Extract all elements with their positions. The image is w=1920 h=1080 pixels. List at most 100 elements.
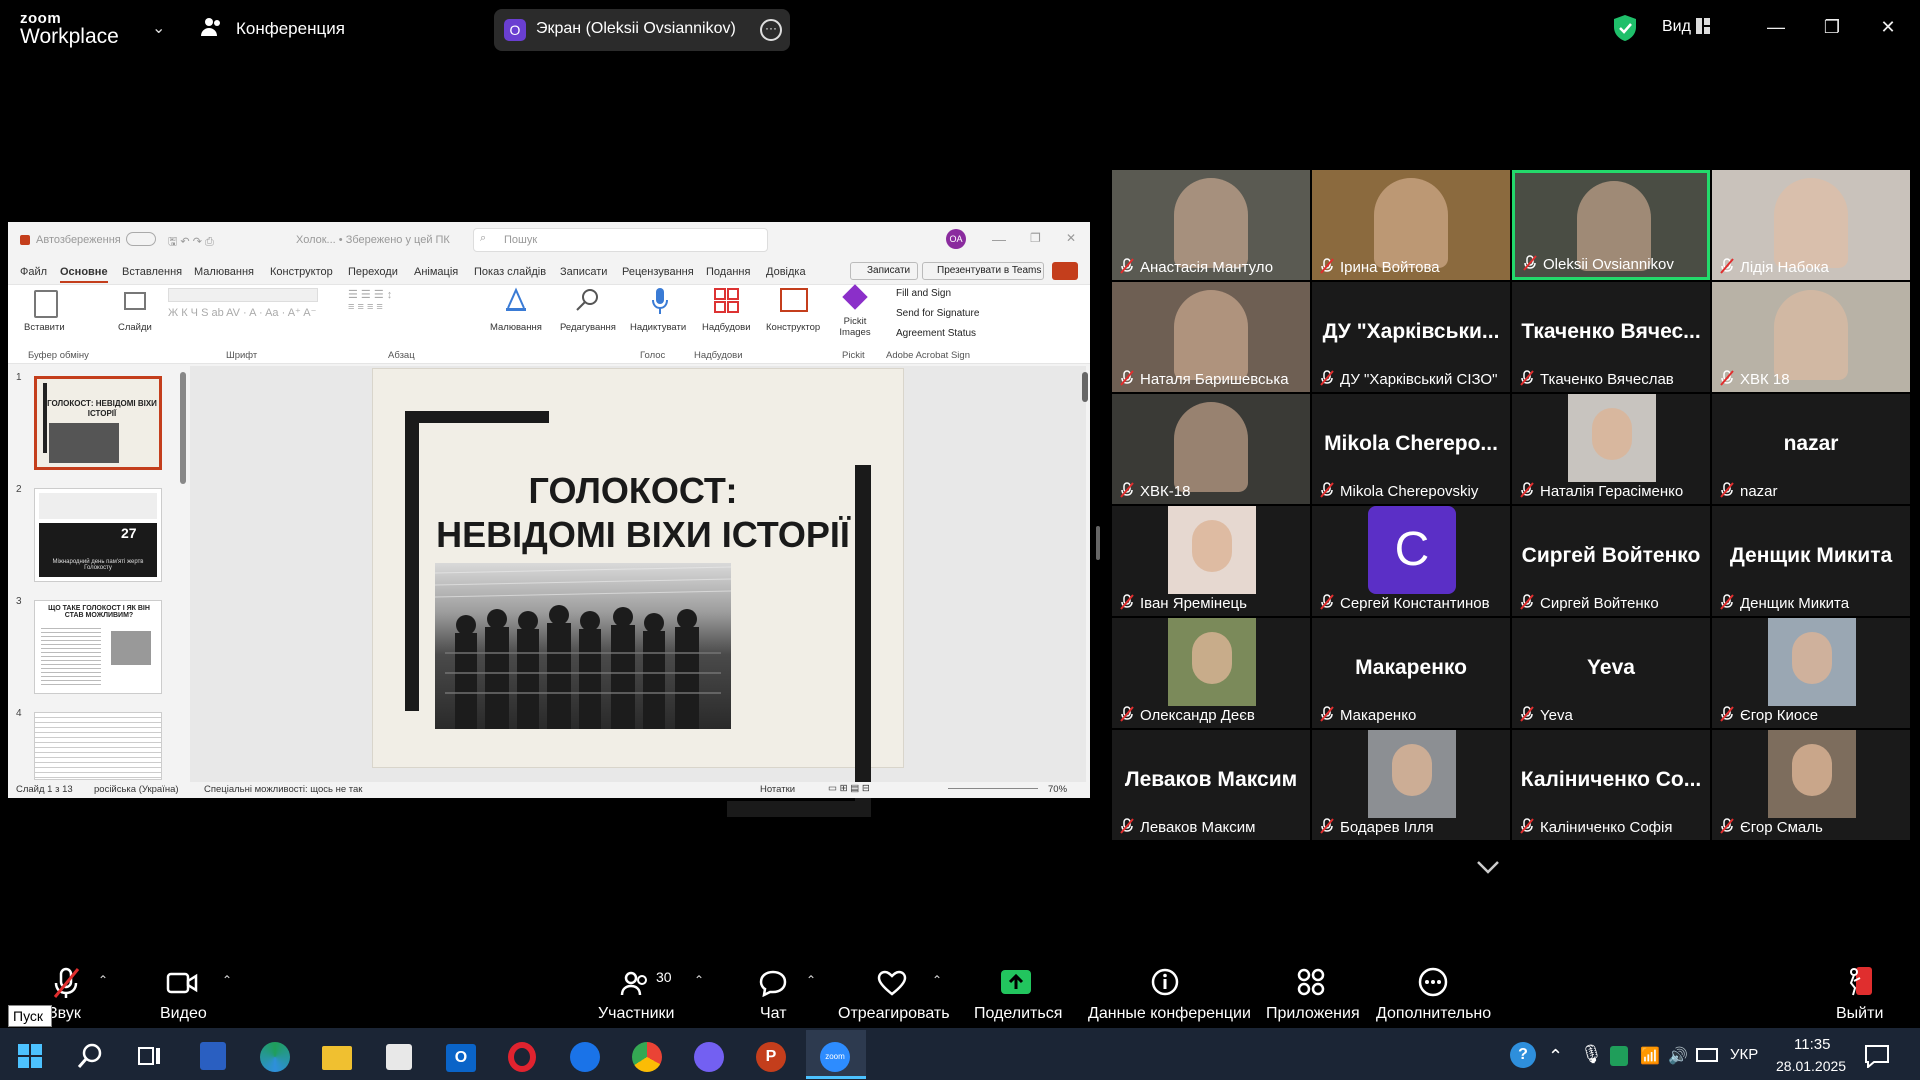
notifications-icon[interactable] — [1864, 1044, 1890, 1068]
menu-insert[interactable]: Вставлення — [122, 266, 182, 278]
editing-search-icon[interactable] — [574, 286, 602, 314]
participant-tile[interactable]: Леваков Максим Леваков Максим — [1112, 730, 1310, 840]
participant-tile[interactable]: Mikola Cherepo... Mikola Cherepovskiy — [1312, 394, 1510, 504]
video-camera-icon[interactable] — [166, 971, 198, 995]
menu-design[interactable]: Конструктор — [270, 266, 333, 278]
participant-tile[interactable]: nazar nazar — [1712, 394, 1910, 504]
edge-icon[interactable] — [260, 1042, 290, 1072]
store-icon[interactable] — [386, 1044, 412, 1070]
leave-icon[interactable] — [1844, 965, 1874, 997]
teamviewer-icon[interactable] — [570, 1042, 600, 1072]
minimize-icon[interactable]: — — [992, 231, 1006, 247]
opera-icon[interactable] — [508, 1042, 536, 1072]
participant-tile[interactable]: Yeva Yeva — [1512, 618, 1710, 728]
more-options-icon[interactable]: ··· — [760, 19, 782, 41]
participant-tile[interactable]: Ірина Войтова — [1312, 170, 1510, 280]
participant-tile[interactable]: Наталія Герасіменко — [1512, 394, 1710, 504]
participants-icon[interactable] — [620, 971, 650, 997]
conference-label[interactable]: Конференция — [236, 19, 345, 39]
view-menu[interactable]: Вид — [1662, 18, 1691, 36]
mic-tray-icon[interactable]: 🎙 — [1580, 1044, 1603, 1065]
addins-icon[interactable] — [714, 288, 740, 314]
menu-draw[interactable]: Малювання — [194, 266, 254, 278]
clock-time[interactable]: 11:35 — [1794, 1036, 1830, 1053]
video-label[interactable]: Видео — [160, 1005, 207, 1023]
document-title[interactable]: Холок... • Збережено у цей ПК — [296, 234, 450, 246]
chevron-down-icon[interactable]: ⌄ — [152, 18, 165, 38]
chat-label[interactable]: Чат — [760, 1005, 787, 1023]
search-icon[interactable] — [76, 1042, 104, 1070]
menu-animations[interactable]: Анімація — [414, 266, 458, 278]
participant-tile[interactable]: Олександр Деєв — [1112, 618, 1310, 728]
close-icon[interactable]: ✕ — [1066, 231, 1076, 245]
grid-view-icon[interactable] — [1696, 18, 1710, 34]
minimize-button[interactable]: — — [1756, 12, 1796, 42]
chat-icon[interactable] — [758, 969, 788, 997]
present-in-teams-button[interactable]: Презентувати в Teams — [922, 262, 1044, 280]
menu-slideshow[interactable]: Показ слайдів — [474, 266, 546, 278]
clock-date[interactable]: 28.01.2025 — [1776, 1058, 1846, 1074]
chrome-icon[interactable] — [632, 1042, 662, 1072]
participant-tile[interactable]: Макаренко Макаренко — [1312, 618, 1510, 728]
participant-tile[interactable]: Бодарев Ілля — [1312, 730, 1510, 840]
designer-icon[interactable] — [780, 288, 808, 312]
apps-label[interactable]: Приложения — [1266, 1005, 1360, 1023]
meeting-info-label[interactable]: Данные конференции — [1088, 1005, 1251, 1023]
share-label[interactable]: Поделиться — [974, 1005, 1062, 1023]
menu-record[interactable]: Записати — [560, 266, 607, 278]
info-icon[interactable] — [1150, 967, 1180, 997]
participant-tile[interactable]: Oleksii Ovsiannikov — [1512, 170, 1710, 280]
react-label[interactable]: Отреагировать — [838, 1005, 950, 1023]
powerpoint-icon[interactable]: P — [756, 1042, 786, 1072]
audio-options-caret[interactable]: ⌃ — [98, 973, 108, 987]
explorer-icon[interactable] — [322, 1046, 352, 1070]
search-input[interactable]: Пошук — [473, 228, 768, 252]
restore-icon[interactable]: ❐ — [1030, 231, 1041, 245]
participant-tile[interactable]: Денщик Микита Денщик Микита — [1712, 506, 1910, 616]
battery-icon[interactable] — [1696, 1048, 1718, 1062]
participant-tile[interactable]: Ткаченко Вячес... Ткаченко Вячеслав — [1512, 282, 1710, 392]
participant-tile[interactable]: Каліниченко Со... Каліниченко Софія — [1512, 730, 1710, 840]
zoom-level[interactable]: 70% — [1048, 784, 1067, 795]
react-options-caret[interactable]: ⌃ — [932, 973, 942, 987]
slide-thumbnail[interactable]: ЩО ТАКЕ ГОЛОКОСТ І ЯК ВІН СТАВ МОЖЛИВИМ? — [34, 600, 162, 694]
thumbnails-scrollbar[interactable] — [180, 372, 186, 484]
font-format-buttons[interactable]: Ж К Ч S ab AV · A · Aa · A⁺ A⁻ — [168, 306, 318, 346]
outlook-icon[interactable]: O — [446, 1044, 476, 1072]
paragraph-buttons[interactable]: ☰ ☰ ☰ ↕ ≡ ≡ ≡ ≡ — [348, 288, 464, 348]
volume-icon[interactable]: 🔊 — [1668, 1046, 1688, 1066]
participant-tile[interactable]: Анастасія Мантуло — [1112, 170, 1310, 280]
chat-options-caret[interactable]: ⌃ — [806, 973, 816, 987]
accessibility-status[interactable]: Спеціальні можливості: щось не так — [204, 784, 362, 795]
participant-tile[interactable]: Сиргей Войтенко Сиргей Войтенко — [1512, 506, 1710, 616]
video-options-caret[interactable]: ⌃ — [222, 973, 232, 987]
muted-mic-icon[interactable] — [52, 967, 80, 999]
defender-icon[interactable] — [1610, 1046, 1628, 1066]
view-mode-icons[interactable]: ▭ ⊞ ▤ ⊟ — [828, 783, 870, 794]
zoom-slider[interactable] — [948, 788, 1038, 789]
chevron-down-icon[interactable] — [1470, 856, 1506, 878]
share-screen-icon[interactable] — [1000, 969, 1032, 997]
slide-thumbnail[interactable]: ГОЛОКОСТ: НЕВІДОМІ ВІХИ ІСТОРІЇ — [34, 376, 162, 470]
notes-button[interactable]: Нотатки — [760, 784, 795, 795]
slide-thumbnail[interactable]: 27 Міжнародний день пам'яті жертв Голоко… — [34, 488, 162, 582]
send-signature-button[interactable]: Send for Signature — [896, 308, 979, 319]
slides-icon[interactable] — [124, 292, 146, 310]
tray-chevron-icon[interactable]: ⌃ — [1548, 1046, 1563, 1067]
save-icon[interactable]: 🖫 ↶ ↷ ⎙ — [168, 233, 214, 252]
split-handle[interactable] — [1096, 526, 1100, 560]
record-button[interactable]: Записати — [850, 262, 918, 280]
language-indicator[interactable]: російська (Україна) — [94, 784, 179, 795]
shield-icon[interactable] — [1612, 14, 1638, 42]
participant-tile[interactable]: Іван Яремінець — [1112, 506, 1310, 616]
participants-options-caret[interactable]: ⌃ — [694, 973, 704, 987]
drawing-icon[interactable] — [502, 286, 530, 314]
participant-tile[interactable]: ХВК-18 — [1112, 394, 1310, 504]
slide-thumbnail[interactable] — [34, 712, 162, 780]
task-view-icon[interactable] — [138, 1046, 162, 1066]
participant-tile[interactable]: ДУ "Харківськи... ДУ "Харківський СІЗО" — [1312, 282, 1510, 392]
participant-tile[interactable]: ХВК 18 — [1712, 282, 1910, 392]
menu-view[interactable]: Подання — [706, 266, 750, 278]
fill-sign-button[interactable]: Fill and Sign — [896, 288, 951, 299]
participant-tile[interactable]: Єгор Смаль — [1712, 730, 1910, 840]
